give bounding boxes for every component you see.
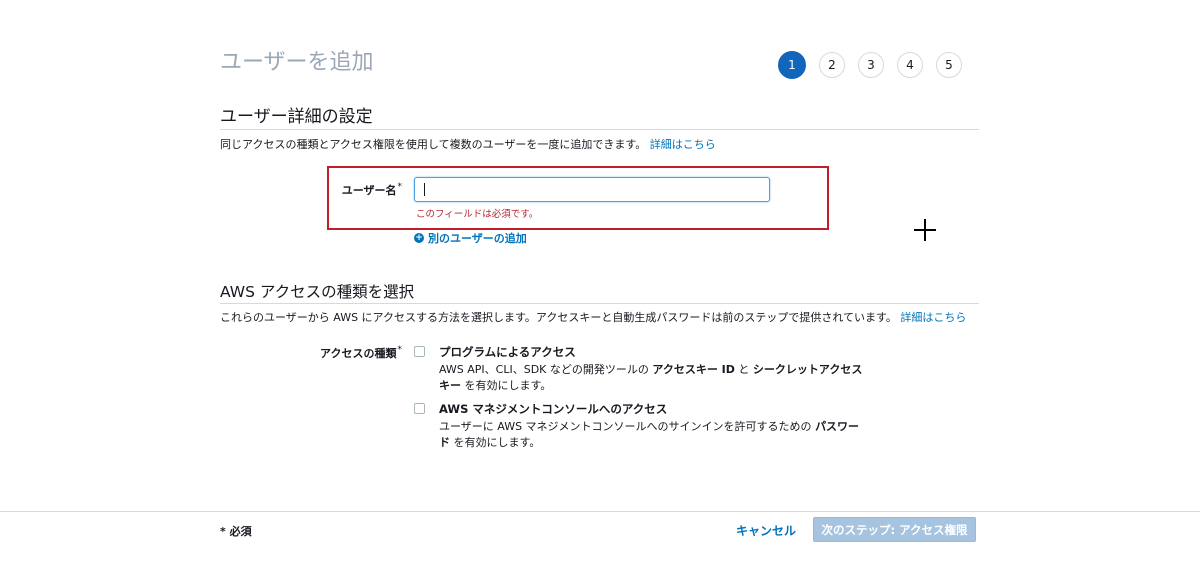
programmatic-access-option: プログラムによるアクセス AWS API、CLI、SDK などの開発ツールの ア… (414, 344, 874, 394)
username-label: ユーザー名* (320, 182, 402, 198)
enable-text: を有効にします。 (450, 436, 541, 449)
step-4[interactable]: 4 (897, 52, 923, 78)
learn-more-link[interactable]: 詳細はこちら (650, 138, 716, 151)
user-details-description: 同じアクセスの種類とアクセス権限を使用して複数のユーザーを一度に追加できます。 … (220, 136, 716, 152)
next-step-permissions-button[interactable]: 次のステップ: アクセス権限 (813, 517, 976, 542)
console-access-checkbox[interactable] (414, 403, 425, 414)
plus-circle-icon: + (414, 233, 424, 243)
password-text: パスワー (815, 420, 860, 433)
wizard-steps: 1 2 3 4 5 (778, 51, 962, 79)
access-type-description: これらのユーザーから AWS にアクセスする方法を選択します。アクセスキーと自動… (220, 309, 966, 325)
programmatic-desc-text: AWS API、CLI、SDK などの開発ツールの (439, 363, 653, 376)
console-access-option: AWS マネジメントコンソールへのアクセス ユーザーに AWS マネジメントコン… (414, 401, 874, 451)
user-details-heading: ユーザー詳細の設定 (220, 107, 373, 127)
step-3[interactable]: 3 (858, 52, 884, 78)
footer-divider (0, 511, 1200, 512)
console-access-title: AWS マネジメントコンソールへのアクセス (439, 402, 668, 416)
section-divider (220, 129, 979, 130)
programmatic-access-desc-line1: AWS API、CLI、SDK などの開発ツールの アクセスキー ID と シー… (439, 361, 862, 377)
step-5[interactable]: 5 (936, 52, 962, 78)
add-another-user-label: 別のユーザーの追加 (428, 232, 527, 245)
programmatic-access-title: プログラムによるアクセス (439, 345, 576, 359)
section-divider (220, 303, 979, 304)
access-type-description-text: これらのユーザーから AWS にアクセスする方法を選択します。アクセスキーと自動… (220, 311, 897, 324)
password-end-text: ド (439, 436, 450, 449)
access-key-id-text: アクセスキー ID (652, 363, 735, 376)
console-access-desc-line2: ド を有効にします。 (439, 434, 540, 450)
access-type-label: アクセスの種類* (300, 345, 402, 361)
key-text: キー (439, 379, 461, 392)
text-caret (424, 183, 425, 196)
add-user-page: ユーザーを追加 1 2 3 4 5 ユーザー詳細の設定 同じアクセスの種類とアク… (0, 0, 1200, 572)
programmatic-access-desc-line2: キー を有効にします。 (439, 377, 551, 393)
required-note: * 必須 (220, 525, 252, 538)
learn-more-link[interactable]: 詳細はこちら (900, 311, 966, 324)
add-another-user-link[interactable]: + 別のユーザーの追加 (414, 230, 527, 246)
username-error-message: このフィールドは必須です。 (416, 209, 539, 220)
required-mark: * (397, 182, 403, 192)
console-desc-text: ユーザーに AWS マネジメントコンソールへのサインインを許可するための (439, 420, 816, 433)
access-type-heading: AWS アクセスの種類を選択 (220, 283, 415, 301)
cancel-button[interactable]: キャンセル (736, 522, 796, 539)
secret-access-text: シークレットアクセス (752, 363, 863, 376)
user-details-description-text: 同じアクセスの種類とアクセス権限を使用して複数のユーザーを一度に追加できます。 (220, 138, 647, 151)
username-label-text: ユーザー名 (341, 184, 397, 197)
page-title: ユーザーを追加 (220, 50, 374, 75)
enable-text: を有効にします。 (461, 379, 552, 392)
programmatic-desc-and: と (734, 363, 753, 376)
console-access-desc-line1: ユーザーに AWS マネジメントコンソールへのサインインを許可するための パスワ… (439, 418, 859, 434)
step-2[interactable]: 2 (819, 52, 845, 78)
programmatic-access-checkbox[interactable] (414, 346, 425, 357)
required-mark: * (397, 345, 403, 355)
crosshair-cursor-icon (914, 219, 936, 241)
step-1[interactable]: 1 (778, 51, 806, 79)
access-type-label-text: アクセスの種類 (320, 347, 397, 360)
username-input[interactable] (414, 177, 770, 202)
